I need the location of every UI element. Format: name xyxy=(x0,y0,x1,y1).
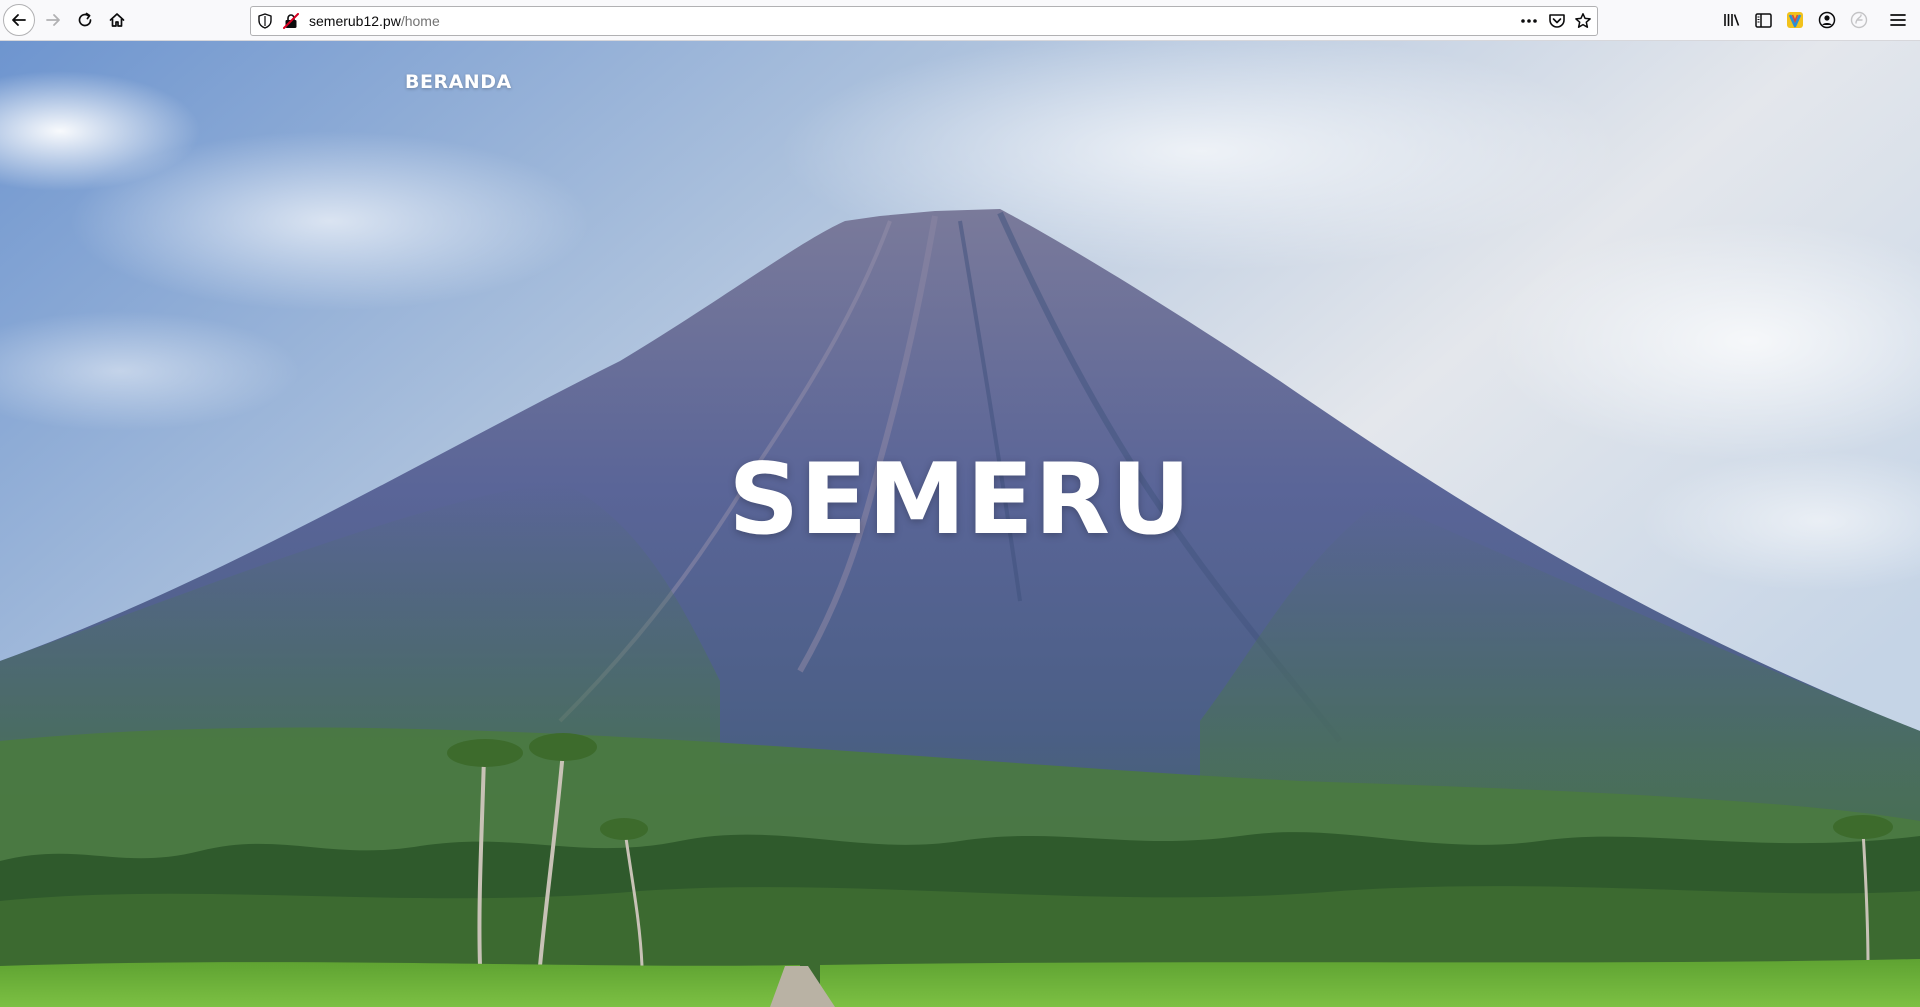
insecure-connection-icon[interactable] xyxy=(283,13,299,29)
library-icon[interactable] xyxy=(1722,10,1742,30)
forward-button[interactable] xyxy=(37,4,69,36)
nav-link-beranda[interactable]: BERANDA xyxy=(405,71,512,93)
hamburger-menu-icon[interactable] xyxy=(1888,10,1908,30)
more-horizontal-icon[interactable] xyxy=(1519,12,1539,30)
hero-title: SEMERU xyxy=(728,443,1192,557)
sidebar-icon[interactable] xyxy=(1753,10,1773,30)
reload-icon xyxy=(78,12,92,27)
arrow-right-icon xyxy=(46,14,60,26)
account-icon[interactable] xyxy=(1817,10,1837,30)
url-domain: semerub12.pw xyxy=(309,13,401,29)
page-viewport: BERANDA SEMERU xyxy=(0,41,1920,1007)
pocket-icon[interactable] xyxy=(1547,12,1567,30)
back-button[interactable] xyxy=(3,4,35,36)
browser-toolbar: semerub12.pw/home xyxy=(0,0,1920,41)
shield-icon[interactable] xyxy=(257,13,273,29)
reload-button[interactable] xyxy=(69,4,101,36)
url-text[interactable]: semerub12.pw/home xyxy=(309,7,440,35)
home-button[interactable] xyxy=(101,4,133,36)
home-icon xyxy=(109,13,125,27)
star-icon[interactable] xyxy=(1573,12,1593,30)
url-path: /home xyxy=(400,13,440,29)
extension-icon[interactable] xyxy=(1785,10,1805,30)
extension-icon[interactable] xyxy=(1849,10,1869,30)
arrow-left-icon xyxy=(12,14,26,26)
address-bar[interactable]: semerub12.pw/home xyxy=(250,6,1598,36)
